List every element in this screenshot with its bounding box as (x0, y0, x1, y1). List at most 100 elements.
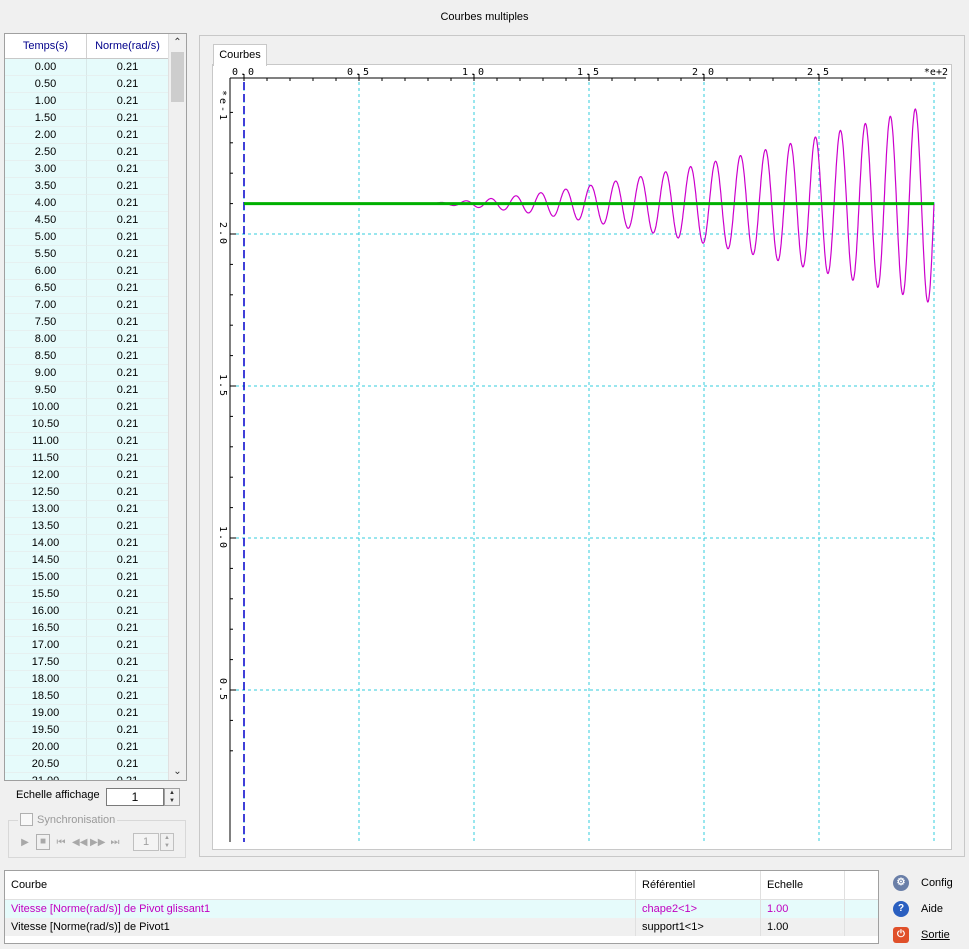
echelle-spinner[interactable]: ▲ ▼ (164, 788, 180, 806)
time-cell: 20.50 (5, 756, 87, 773)
norm-cell: 0.21 (87, 620, 169, 637)
table-row[interactable]: 12.50 0.21 (5, 484, 169, 501)
norm-cell: 0.21 (87, 433, 169, 450)
norm-cell: 0.21 (87, 450, 169, 467)
norm-cell: 0.21 (87, 59, 169, 76)
curve-row-2[interactable]: Vitesse [Norme(rad/s)] de Pivot1 support… (5, 918, 878, 936)
table-row[interactable]: 10.00 0.21 (5, 399, 169, 416)
norm-cell: 0.21 (87, 739, 169, 756)
table-row[interactable]: 18.50 0.21 (5, 688, 169, 705)
table-row[interactable]: 13.50 0.21 (5, 518, 169, 535)
table-row[interactable]: 17.50 0.21 (5, 654, 169, 671)
norm-cell: 0.21 (87, 212, 169, 229)
config-button[interactable]: ⚙ Config (893, 875, 953, 891)
table-row[interactable]: 7.50 0.21 (5, 314, 169, 331)
table-row[interactable]: 19.50 0.21 (5, 722, 169, 739)
line-chart[interactable]: 0.0 0.5 1.0 1.5 2.0 2.5 *e+2 2.0 1.5 1.0 0.5 *e-1 (212, 64, 952, 850)
curve-scale[interactable]: 1.00 (761, 918, 845, 936)
checkbox-icon[interactable] (20, 813, 33, 826)
norm-cell: 0.21 (87, 603, 169, 620)
time-cell: 2.50 (5, 144, 87, 161)
stop-icon[interactable]: ■ (36, 834, 50, 850)
table-row[interactable]: 15.50 0.21 (5, 586, 169, 603)
table-row[interactable]: 9.50 0.21 (5, 382, 169, 399)
table-row[interactable]: 14.00 0.21 (5, 535, 169, 552)
curves-table[interactable]: Courbe Référentiel Echelle Vitesse [Norm… (4, 870, 879, 944)
data-table[interactable]: Temps(s) Norme(rad/s) 0.00 0.21 0.50 0.21 1.… (4, 33, 187, 781)
time-cell: 0.00 (5, 59, 87, 76)
table-row[interactable]: 6.00 0.21 (5, 263, 169, 280)
table-row[interactable]: 21.00 0.21 (5, 773, 169, 780)
table-scrollbar[interactable]: ⌃ ⌄ (168, 34, 186, 780)
table-row[interactable]: 17.00 0.21 (5, 637, 169, 654)
rewind-icon[interactable]: ◀◀ (72, 837, 87, 848)
table-row[interactable]: 18.00 0.21 (5, 671, 169, 688)
table-row[interactable]: 12.00 0.21 (5, 467, 169, 484)
play-icon[interactable]: ▶ (18, 837, 32, 848)
norm-cell: 0.21 (87, 773, 169, 780)
table-row[interactable]: 5.50 0.21 (5, 246, 169, 263)
table-row[interactable]: 2.00 0.21 (5, 127, 169, 144)
y-tick-label: 2.0 (217, 222, 228, 246)
table-row[interactable]: 19.00 0.21 (5, 705, 169, 722)
time-cell: 17.50 (5, 654, 87, 671)
norm-cell: 0.21 (87, 484, 169, 501)
header-referentiel[interactable]: Référentiel (636, 871, 761, 899)
table-row[interactable]: 13.00 0.21 (5, 501, 169, 518)
table-row[interactable]: 16.50 0.21 (5, 620, 169, 637)
table-row[interactable]: 9.00 0.21 (5, 365, 169, 382)
table-row[interactable]: 3.50 0.21 (5, 178, 169, 195)
table-row[interactable]: 8.50 0.21 (5, 348, 169, 365)
help-icon: ? (893, 901, 909, 917)
scroll-down-icon[interactable]: ⌄ (169, 763, 186, 780)
scroll-thumb[interactable] (171, 52, 184, 102)
table-row[interactable]: 16.00 0.21 (5, 603, 169, 620)
column-header-norm[interactable]: Norme(rad/s) (87, 34, 169, 58)
table-row[interactable]: 4.50 0.21 (5, 212, 169, 229)
norm-cell: 0.21 (87, 501, 169, 518)
tab-courbes[interactable]: Courbes (213, 44, 267, 66)
table-row[interactable]: 11.00 0.21 (5, 433, 169, 450)
table-row[interactable]: 20.50 0.21 (5, 756, 169, 773)
norm-cell: 0.21 (87, 637, 169, 654)
table-row[interactable]: 1.50 0.21 (5, 110, 169, 127)
table-row[interactable]: 1.00 0.21 (5, 93, 169, 110)
echelle-input[interactable]: 1 (106, 788, 164, 806)
time-cell: 1.50 (5, 110, 87, 127)
table-row[interactable]: 15.00 0.21 (5, 569, 169, 586)
table-row[interactable]: 20.00 0.21 (5, 739, 169, 756)
first-icon[interactable]: ⏮ (54, 837, 68, 848)
table-row[interactable]: 5.00 0.21 (5, 229, 169, 246)
table-row[interactable]: 0.00 0.21 (5, 59, 169, 76)
curve-row-1[interactable]: Vitesse [Norme(rad/s)] de Pivot glissant… (5, 900, 878, 918)
table-row[interactable]: 11.50 0.21 (5, 450, 169, 467)
table-row[interactable]: 3.00 0.21 (5, 161, 169, 178)
curve-scale[interactable]: 1.00 (761, 900, 845, 918)
table-row[interactable]: 4.00 0.21 (5, 195, 169, 212)
time-cell: 12.00 (5, 467, 87, 484)
norm-cell: 0.21 (87, 195, 169, 212)
table-row[interactable]: 2.50 0.21 (5, 144, 169, 161)
time-cell: 10.50 (5, 416, 87, 433)
sync-step-input[interactable]: 1 (133, 833, 159, 851)
scroll-up-icon[interactable]: ⌃ (169, 34, 186, 51)
aide-button[interactable]: ? Aide (893, 901, 943, 917)
table-row[interactable]: 0.50 0.21 (5, 76, 169, 93)
column-header-time[interactable]: Temps(s) (5, 34, 87, 58)
sortie-button[interactable]: ⏻ Sortie (893, 927, 950, 943)
gear-icon: ⚙ (893, 875, 909, 891)
table-row[interactable]: 8.00 0.21 (5, 331, 169, 348)
sync-step-spinner[interactable]: ▲ ▼ (160, 833, 174, 851)
forward-icon[interactable]: ▶▶ (90, 837, 105, 848)
table-row[interactable]: 14.50 0.21 (5, 552, 169, 569)
header-echelle[interactable]: Echelle (761, 871, 845, 899)
norm-cell: 0.21 (87, 297, 169, 314)
table-row[interactable]: 6.50 0.21 (5, 280, 169, 297)
time-cell: 13.50 (5, 518, 87, 535)
last-icon[interactable]: ⏭ (108, 837, 122, 848)
header-curve[interactable]: Courbe (5, 871, 636, 899)
synchronisation-checkbox[interactable]: Synchronisation (18, 813, 118, 826)
table-row[interactable]: 10.50 0.21 (5, 416, 169, 433)
table-row[interactable]: 7.00 0.21 (5, 297, 169, 314)
sortie-label: Sortie (921, 929, 950, 941)
